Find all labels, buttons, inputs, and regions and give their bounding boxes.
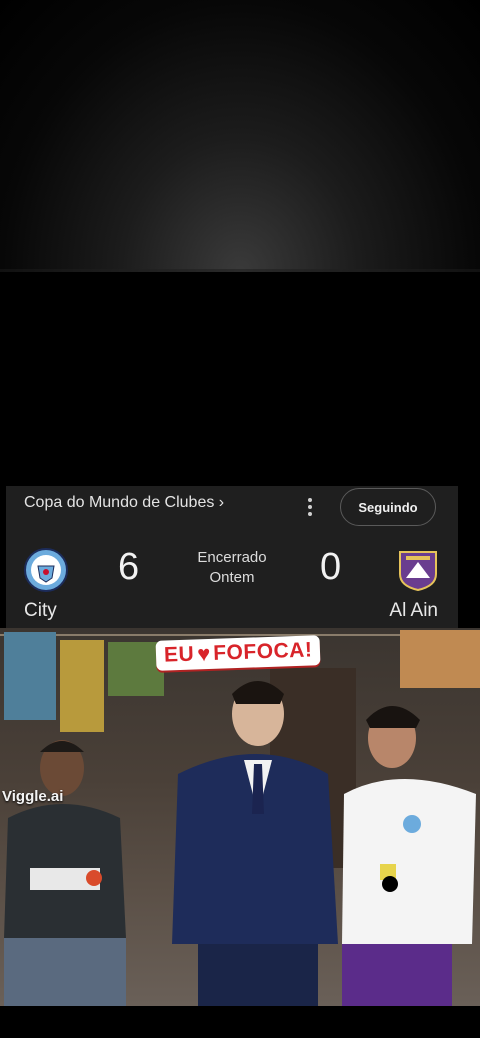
manchester-city-crest-icon bbox=[24, 548, 68, 592]
away-team-name[interactable]: Al Ain bbox=[389, 600, 438, 622]
hanging-cloth bbox=[60, 640, 104, 732]
al-ain-crest-icon bbox=[399, 551, 437, 592]
status-final: Encerrado bbox=[197, 549, 267, 566]
person-right bbox=[342, 706, 476, 1006]
following-button[interactable]: Seguindo bbox=[340, 488, 436, 526]
home-score: 6 bbox=[118, 546, 140, 588]
league-link[interactable]: Copa do Mundo de Clubes › bbox=[24, 494, 224, 512]
viggle-watermark: Viggle.ai bbox=[2, 788, 64, 805]
video-player-top[interactable] bbox=[0, 0, 480, 272]
match-status: Encerrado Ontem bbox=[176, 548, 288, 588]
home-team-name[interactable]: City bbox=[24, 600, 57, 622]
status-date: Ontem bbox=[209, 569, 255, 586]
banner-text-left: EU bbox=[163, 642, 195, 667]
heart-icon: ♥ bbox=[196, 640, 211, 667]
bottom-bar bbox=[0, 1006, 480, 1038]
person-left bbox=[4, 740, 126, 1006]
person-suit bbox=[172, 681, 338, 1006]
meme-image: EU ♥ FOFOCA! Viggle.ai bbox=[0, 628, 480, 1006]
away-score: 0 bbox=[320, 546, 342, 588]
hanging-cloth bbox=[400, 630, 480, 688]
eu-amo-fofoca-banner: EU ♥ FOFOCA! bbox=[155, 635, 321, 671]
hanging-cloth bbox=[4, 632, 56, 720]
match-scorecard[interactable]: Copa do Mundo de Clubes › Seguindo City … bbox=[6, 486, 458, 628]
banner-text-right: FOFOCA! bbox=[212, 638, 313, 665]
more-options-icon[interactable] bbox=[302, 496, 318, 518]
screen: Copa do Mundo de Clubes › Seguindo City … bbox=[0, 0, 480, 1038]
